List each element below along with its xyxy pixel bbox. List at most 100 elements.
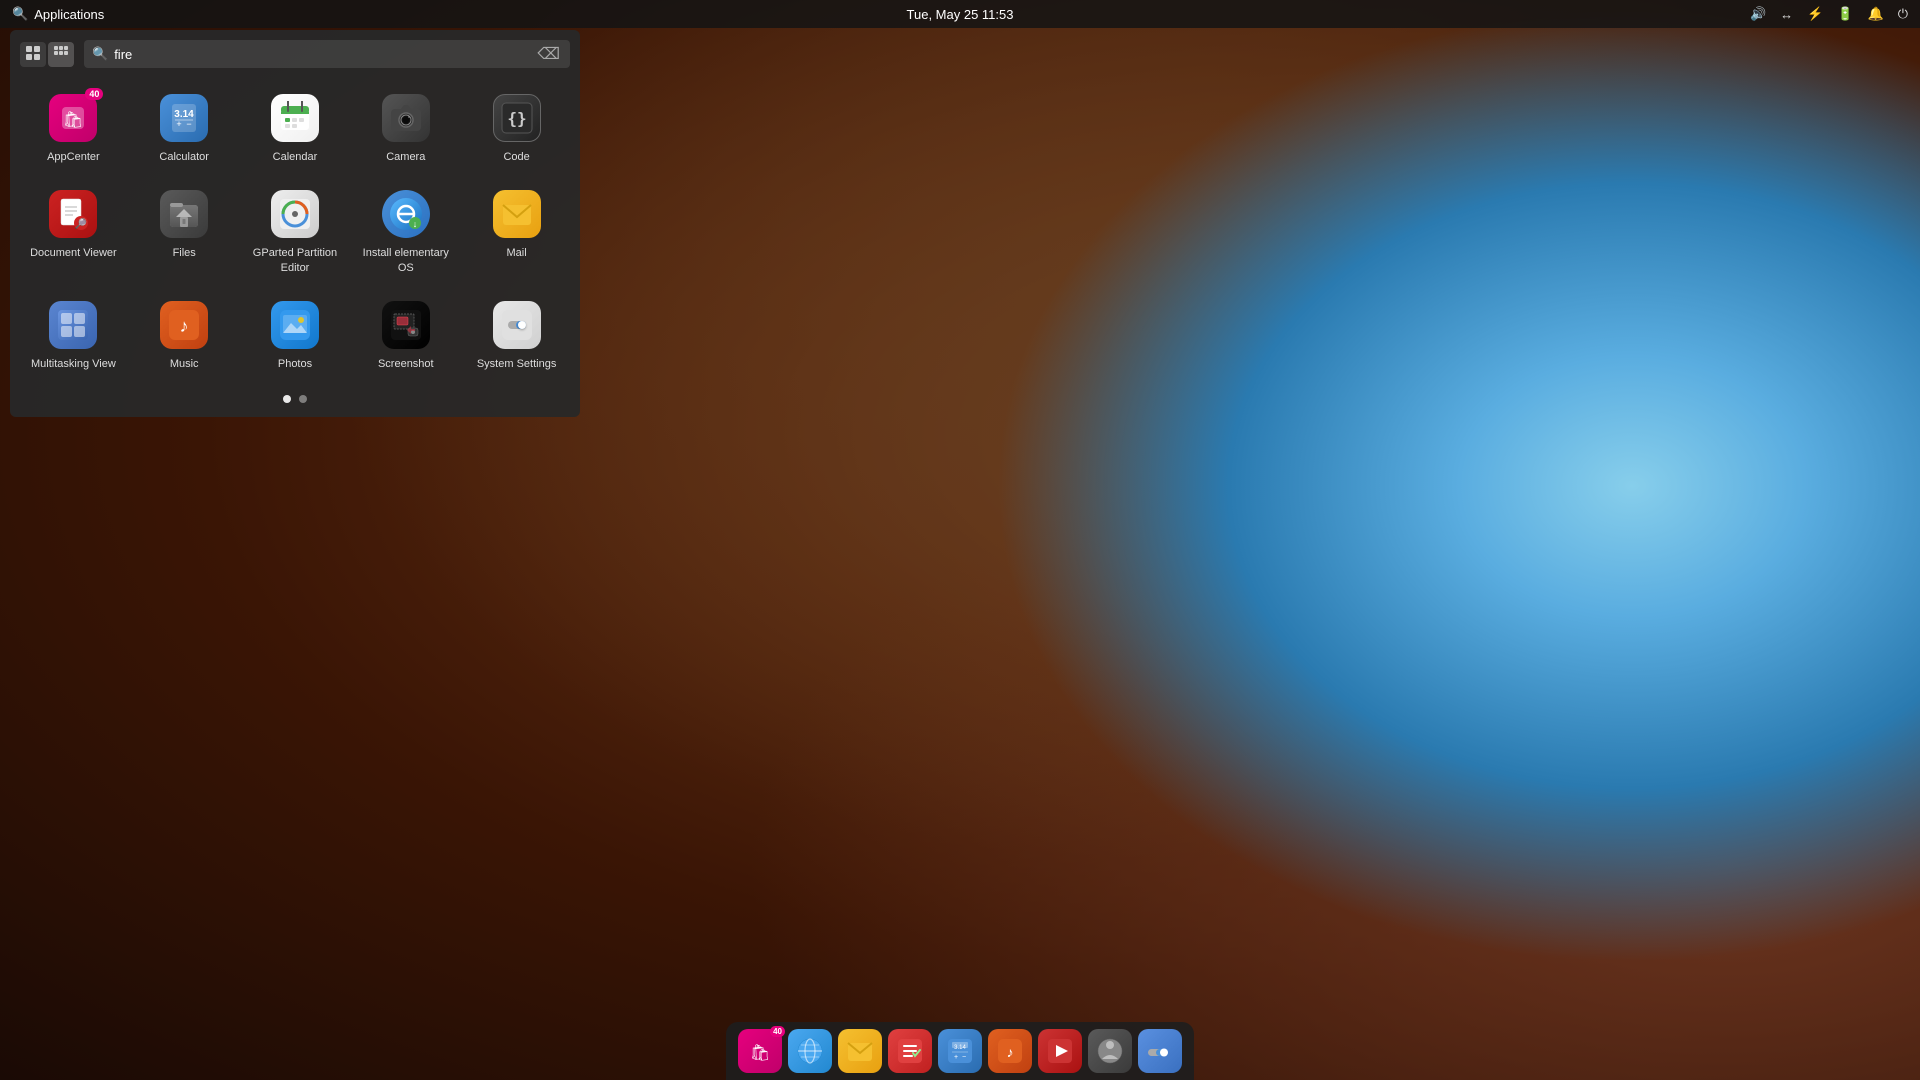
svg-text:+: +: [954, 1054, 958, 1061]
top-panel: 🔍 Applications Tue, May 25 11:53 🔊 ↔ ⚡ 🔋…: [0, 0, 1920, 28]
dock-item-mail[interactable]: [838, 1029, 882, 1073]
grid-view-button[interactable]: [20, 42, 46, 67]
category-view-button[interactable]: [48, 42, 74, 67]
mail-icon: [493, 190, 541, 238]
multitasking-icon: [49, 301, 97, 349]
gparted-icon: [271, 190, 319, 238]
music-icon: ♪: [160, 301, 208, 349]
app-launcher: 🔍 ⌫ 🛍 40 AppCenter: [10, 30, 580, 417]
dock-item-tasks[interactable]: [888, 1029, 932, 1073]
appcenter-icon-wrapper: 🛍 40: [47, 92, 99, 144]
svg-text:+: +: [177, 119, 182, 129]
dock-item-appcenter[interactable]: 🛍 40: [738, 1029, 782, 1073]
screenshot-label: Screenshot: [378, 357, 434, 371]
search-clear-button[interactable]: ⌫: [535, 44, 562, 64]
svg-text:↓: ↓: [413, 219, 418, 229]
settings-label: System Settings: [477, 357, 556, 371]
svg-text:🛍: 🛍: [750, 1044, 770, 1062]
svg-text:🛍: 🛍: [63, 111, 83, 129]
app-item-screenshot[interactable]: Screenshot: [352, 289, 459, 381]
screenshot-icon: [382, 301, 430, 349]
docviewer-label: Document Viewer: [30, 246, 117, 260]
app-item-multitasking[interactable]: Multitasking View: [20, 289, 127, 381]
app-item-system-settings[interactable]: System Settings: [463, 289, 570, 381]
dock-item-files[interactable]: [1088, 1029, 1132, 1073]
files-icon: [160, 190, 208, 238]
pagination-dot-2[interactable]: [299, 395, 307, 403]
svg-text:−: −: [962, 1054, 966, 1061]
photos-icon-wrapper: [269, 299, 321, 351]
notification-icon[interactable]: 🔔: [1868, 6, 1884, 22]
calendar-icon-wrapper: [269, 92, 321, 144]
app-item-gparted[interactable]: GParted Partition Editor: [242, 178, 349, 285]
calendar-label: Calendar: [273, 150, 318, 164]
install-elementary-icon-wrapper: ↓: [380, 188, 432, 240]
power-icon[interactable]: ⏻: [1898, 6, 1908, 22]
app-item-document-viewer[interactable]: 🔎 Document Viewer: [20, 178, 127, 285]
pagination: [20, 395, 570, 407]
mail-icon-wrapper: [491, 188, 543, 240]
docviewer-icon: 🔎: [49, 190, 97, 238]
code-icon-wrapper: {}: [491, 92, 543, 144]
code-icon: {}: [493, 94, 541, 142]
view-toggles: [20, 42, 74, 67]
app-item-code[interactable]: {} Code: [463, 82, 570, 174]
multitasking-label: Multitasking View: [31, 357, 116, 371]
photos-icon: [271, 301, 319, 349]
launcher-header: 🔍 ⌫: [20, 40, 570, 68]
panel-left: 🔍 Applications: [12, 6, 104, 22]
settings-icon: [493, 301, 541, 349]
svg-text:♪: ♪: [1007, 1044, 1014, 1060]
app-item-calendar[interactable]: Calendar: [242, 82, 349, 174]
app-item-calculator[interactable]: 3.14 + − Calculator: [131, 82, 238, 174]
desktop: 🔍 Applications Tue, May 25 11:53 🔊 ↔ ⚡ 🔋…: [0, 0, 1920, 1080]
svg-text:−: −: [187, 119, 192, 129]
search-icon: 🔍: [92, 46, 108, 62]
dock: 🛍 40: [726, 1022, 1194, 1080]
datetime-text: Tue, May 25 11:53: [907, 7, 1014, 22]
arrows-icon[interactable]: ↔: [1780, 7, 1793, 22]
app-item-music[interactable]: ♪ Music: [131, 289, 238, 381]
app-item-appcenter[interactable]: 🛍 40 AppCenter: [20, 82, 127, 174]
app-item-mail[interactable]: Mail: [463, 178, 570, 285]
music-icon-wrapper: ♪: [158, 299, 210, 351]
svg-text:🔎: 🔎: [75, 217, 88, 230]
camera-label: Camera: [386, 150, 425, 164]
svg-text:♪: ♪: [180, 316, 189, 336]
screenshot-icon-wrapper: [380, 299, 432, 351]
calendar-icon: [271, 94, 319, 142]
code-label: Code: [503, 150, 529, 164]
appcenter-badge: 40: [85, 88, 103, 100]
photos-label: Photos: [278, 357, 312, 371]
panel-right: 🔊 ↔ ⚡ 🔋 🔔 ⏻: [1750, 6, 1908, 22]
app-item-photos[interactable]: Photos: [242, 289, 349, 381]
appcenter-icon: 🛍: [49, 94, 97, 142]
dock-item-music[interactable]: ♪: [988, 1029, 1032, 1073]
appcenter-label: AppCenter: [47, 150, 100, 164]
bluetooth-icon[interactable]: ⚡: [1807, 6, 1823, 22]
install-elementary-label: Install elementary OS: [361, 246, 451, 275]
search-input[interactable]: [114, 47, 529, 62]
calculator-label: Calculator: [159, 150, 209, 164]
svg-text:3.14: 3.14: [954, 1045, 966, 1051]
app-item-camera[interactable]: Camera: [352, 82, 459, 174]
app-item-install-elementary[interactable]: ↓ Install elementary OS: [352, 178, 459, 285]
pagination-dot-1[interactable]: [283, 395, 291, 403]
dock-item-video[interactable]: [1038, 1029, 1082, 1073]
docviewer-icon-wrapper: 🔎: [47, 188, 99, 240]
volume-icon[interactable]: 🔊: [1750, 6, 1766, 22]
mail-label: Mail: [507, 246, 527, 260]
search-container: 🔍 ⌫: [84, 40, 570, 68]
svg-text:{}: {}: [507, 109, 526, 128]
panel-datetime: Tue, May 25 11:53: [907, 7, 1014, 22]
panel-app-label: Applications: [34, 7, 104, 22]
calculator-icon: 3.14 + −: [160, 94, 208, 142]
files-label: Files: [173, 246, 196, 260]
gparted-label: GParted Partition Editor: [250, 246, 340, 275]
app-item-files[interactable]: Files: [131, 178, 238, 285]
dock-item-settings[interactable]: [1138, 1029, 1182, 1073]
battery-icon[interactable]: 🔋: [1837, 6, 1853, 22]
dock-item-calculator[interactable]: 3.14 + −: [938, 1029, 982, 1073]
dock-item-browser[interactable]: [788, 1029, 832, 1073]
install-elementary-icon: ↓: [382, 190, 430, 238]
